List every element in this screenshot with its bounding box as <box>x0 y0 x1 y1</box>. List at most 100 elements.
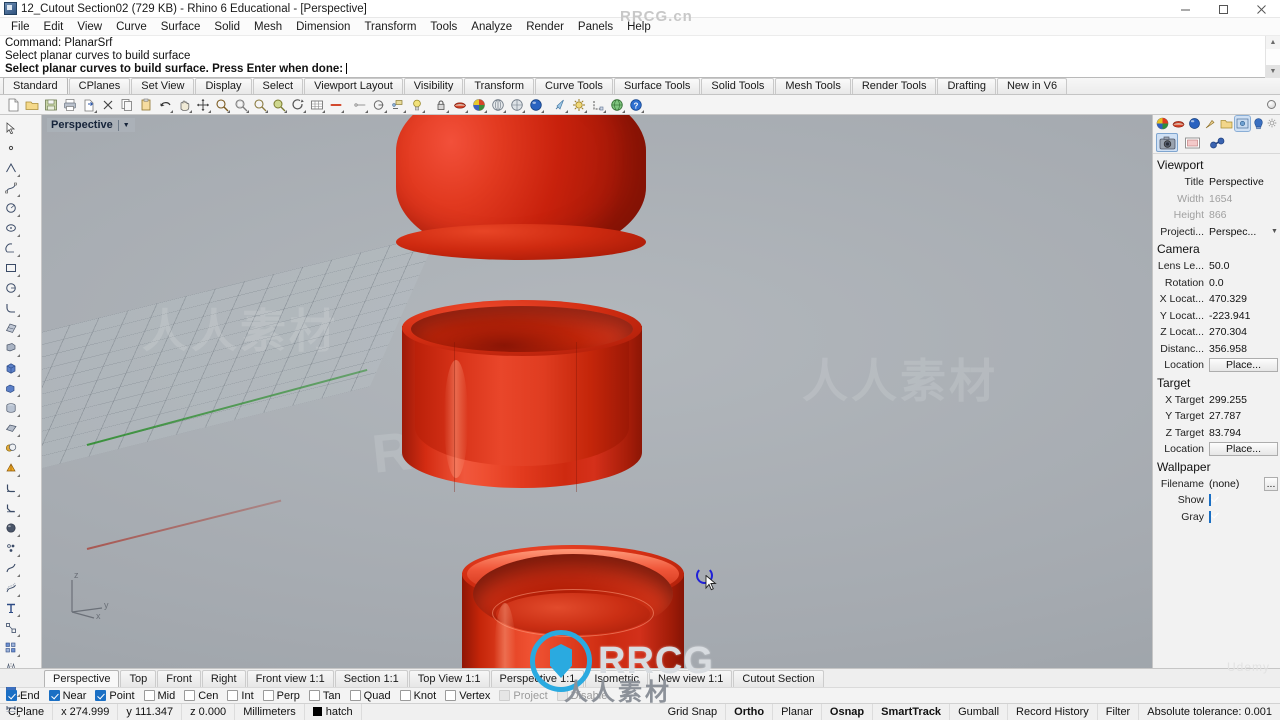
row-x-target[interactable]: X Target 299.255 <box>1153 392 1280 409</box>
curve-fillet-icon[interactable] <box>0 298 21 318</box>
command-scrollbar[interactable]: ▲ ▼ <box>1265 36 1280 78</box>
extrude-solid-icon[interactable] <box>0 378 21 398</box>
gear-sun-icon[interactable] <box>570 96 588 114</box>
tab-transform[interactable]: Transform <box>464 78 535 94</box>
row-camera-location[interactable]: Location Place... <box>1153 357 1280 374</box>
zoom-extents-icon[interactable] <box>232 96 250 114</box>
row-target-location[interactable]: Location Place... <box>1153 441 1280 458</box>
zoom-dynamic-icon[interactable] <box>270 96 288 114</box>
ghosted-icon[interactable] <box>489 96 507 114</box>
value-viewport-projection[interactable]: Perspec... <box>1209 226 1269 238</box>
value-rotation[interactable]: 0.0 <box>1209 277 1280 289</box>
value-x-location[interactable]: 470.329 <box>1209 293 1280 305</box>
menu-dimension[interactable]: Dimension <box>289 18 357 36</box>
row-wallpaper-filename[interactable]: Filename (none) ... <box>1153 476 1280 493</box>
osnap-quad-checkbox[interactable] <box>349 690 361 701</box>
value-y-location[interactable]: -223.941 <box>1209 310 1280 322</box>
viewport-tab-front-view-1-1[interactable]: Front view 1:1 <box>246 669 334 687</box>
row-camera-y-location[interactable]: Y Locat... -223.941 <box>1153 308 1280 325</box>
osnap-int[interactable]: Int <box>227 690 254 702</box>
viewport-title-control[interactable]: Perspective ▼ <box>47 118 135 132</box>
grid-icon[interactable] <box>308 96 326 114</box>
osnap-cen[interactable]: Cen <box>184 690 218 702</box>
render-sphere-icon[interactable] <box>527 96 545 114</box>
offset-curve-icon[interactable] <box>0 578 21 598</box>
status-units[interactable]: Millimeters <box>235 703 305 720</box>
new-file-icon[interactable] <box>4 96 22 114</box>
osnap-int-checkbox[interactable] <box>227 690 239 701</box>
viewport-tab-top-view-1-1[interactable]: Top View 1:1 <box>408 669 490 687</box>
box-icon[interactable] <box>0 358 21 378</box>
copy-icon[interactable] <box>118 96 136 114</box>
scroll-up-icon[interactable]: ▲ <box>1266 36 1280 49</box>
zoom-window-icon[interactable] <box>213 96 231 114</box>
status-toggle-planar[interactable]: Planar <box>773 703 822 720</box>
menu-solid[interactable]: Solid <box>207 18 247 36</box>
osnap-disable-checkbox[interactable] <box>556 690 568 701</box>
command-area[interactable]: Command: PlanarSrf Select planar curves … <box>0 36 1280 78</box>
group-icon[interactable] <box>0 638 21 658</box>
display-mode-icon[interactable] <box>1171 116 1186 131</box>
row-wallpaper-gray[interactable]: Gray <box>1153 509 1280 526</box>
camera-properties-icon[interactable] <box>1156 133 1178 152</box>
menu-panels[interactable]: Panels <box>571 18 620 36</box>
tab-visibility[interactable]: Visibility <box>403 78 464 94</box>
osnap-mid-checkbox[interactable] <box>143 690 155 701</box>
boolean-difference-icon[interactable] <box>0 458 21 478</box>
target-place-button[interactable]: Place... <box>1209 442 1278 457</box>
close-icon[interactable] <box>1242 0 1280 18</box>
spotlight-icon[interactable] <box>551 96 569 114</box>
text-icon[interactable] <box>0 598 21 618</box>
minimize-icon[interactable] <box>1166 0 1204 18</box>
save-icon[interactable] <box>42 96 60 114</box>
osnap-point-checkbox[interactable] <box>95 690 107 701</box>
osnap-knot[interactable]: Knot <box>399 690 436 702</box>
control-point-curve-icon[interactable] <box>0 178 21 198</box>
row-viewport-projection[interactable]: Projecti... Perspec... ▼ <box>1153 224 1280 241</box>
row-camera-rotation[interactable]: Rotation 0.0 <box>1153 275 1280 292</box>
export-icon[interactable] <box>80 96 98 114</box>
menu-help[interactable]: Help <box>620 18 658 36</box>
osnap-project[interactable]: Project <box>499 690 548 702</box>
tab-drafting[interactable]: Drafting <box>937 78 996 94</box>
surface-from-curves-icon[interactable] <box>0 318 21 338</box>
link-properties-icon[interactable] <box>1206 133 1228 152</box>
tab-curve-tools[interactable]: Curve Tools <box>535 78 613 94</box>
row-z-target[interactable]: Z Target 83.794 <box>1153 425 1280 442</box>
osnap-project-checkbox[interactable] <box>499 690 511 701</box>
command-prompt[interactable]: Select planar curves to build surface. P… <box>5 63 1280 76</box>
xray-icon[interactable] <box>508 96 526 114</box>
light-bulb-icon[interactable] <box>408 96 426 114</box>
lights-icon[interactable] <box>1251 116 1266 131</box>
paste-icon[interactable] <box>137 96 155 114</box>
fillet-edge-icon[interactable] <box>0 478 21 498</box>
status-toggle-smarttrack[interactable]: SmartTrack <box>873 703 951 720</box>
perspective-viewport[interactable]: 人人素材 人人素材 RRCG <box>42 115 1152 668</box>
row-camera-x-location[interactable]: X Locat... 470.329 <box>1153 291 1280 308</box>
row-camera-lens-length[interactable]: Lens Le... 50.0 <box>1153 258 1280 275</box>
osnap-perp-checkbox[interactable] <box>262 690 274 701</box>
value-distance[interactable]: 356.958 <box>1209 343 1280 355</box>
chevron-down-icon[interactable]: ▼ <box>1269 228 1280 235</box>
scroll-down-icon[interactable]: ▼ <box>1266 65 1280 78</box>
osnap-tan-checkbox[interactable] <box>308 690 320 701</box>
status-layer[interactable]: hatch <box>305 703 362 720</box>
viewport-tab-perspective-1-1[interactable]: Perspective 1:1 <box>490 669 585 687</box>
value-z-target[interactable]: 83.794 <box>1209 427 1280 439</box>
osnap-perp[interactable]: Perp <box>262 690 300 702</box>
dimension-icon[interactable] <box>0 698 21 718</box>
annotate-icon[interactable] <box>389 96 407 114</box>
properties-brush-icon[interactable] <box>1203 116 1218 131</box>
globe-icon[interactable] <box>608 96 626 114</box>
viewport-tab-section-1-1[interactable]: Section 1:1 <box>334 669 408 687</box>
menu-mesh[interactable]: Mesh <box>247 18 289 36</box>
osnap-quad[interactable]: Quad <box>349 690 391 702</box>
cylinder-icon[interactable] <box>0 398 21 418</box>
menu-file[interactable]: File <box>4 18 37 36</box>
point-cloud-icon[interactable] <box>0 538 21 558</box>
circle-icon[interactable] <box>0 198 21 218</box>
osnap-cen-checkbox[interactable] <box>184 690 196 701</box>
row-y-target[interactable]: Y Target 27.787 <box>1153 408 1280 425</box>
value-x-target[interactable]: 299.255 <box>1209 394 1280 406</box>
extrude-surface-icon[interactable] <box>0 338 21 358</box>
